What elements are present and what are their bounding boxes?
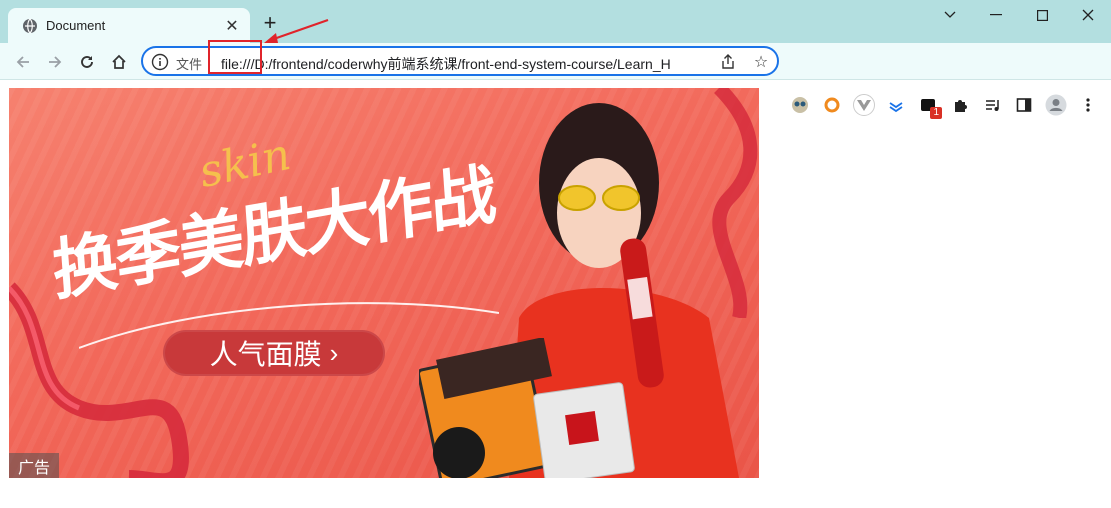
- cta-label: 人气面膜: [209, 339, 322, 370]
- bookmark-star-icon[interactable]: ☆: [751, 52, 771, 72]
- annotation-arrow-icon: [264, 18, 329, 43]
- browser-toolbar: 文件 file:///D:/frontend/coderwhy前端系统课/fro…: [0, 43, 1111, 119]
- sidepanel-icon[interactable]: [1012, 93, 1036, 117]
- mask-pack-illustration: [419, 338, 635, 478]
- forward-icon[interactable]: [42, 49, 68, 75]
- tab-close-icon[interactable]: ✕: [222, 16, 242, 36]
- globe-icon: [23, 18, 37, 34]
- media-icon[interactable]: [980, 93, 1004, 117]
- home-icon[interactable]: [106, 49, 132, 75]
- maximize-icon[interactable]: [1019, 0, 1065, 30]
- url-text[interactable]: file:///D:/frontend/coderwhy前端系统课/front-…: [221, 54, 713, 74]
- tab-document[interactable]: Document ✕: [8, 8, 250, 44]
- minimize-icon[interactable]: [973, 0, 1019, 30]
- badge-extension-icon[interactable]: 1: [916, 93, 942, 119]
- owl-extension-icon[interactable]: [788, 93, 812, 117]
- cta-button[interactable]: 人气面膜 ›: [163, 330, 385, 376]
- reload-icon[interactable]: [74, 49, 100, 75]
- info-icon[interactable]: [151, 53, 169, 71]
- share-icon[interactable]: [719, 53, 737, 71]
- vue-devtools-icon[interactable]: [852, 93, 876, 117]
- browser-titlebar: Document ✕ +: [0, 0, 1111, 44]
- chevron-right-icon: ›: [329, 337, 339, 368]
- file-scheme-highlight-box: [208, 40, 262, 74]
- orange-extension-icon[interactable]: [820, 93, 844, 117]
- ad-banner[interactable]: skin 换季美肤大作战 人气面膜 › 广告: [9, 88, 759, 478]
- scheme-label: 文件: [176, 57, 203, 72]
- menu-icon[interactable]: [1076, 93, 1100, 117]
- tab-title: Document: [46, 18, 106, 33]
- extension-badge: 1: [930, 107, 942, 119]
- profile-icon[interactable]: [1044, 93, 1068, 117]
- back-icon[interactable]: [10, 49, 36, 75]
- stack-extension-icon[interactable]: [884, 93, 908, 117]
- tab-search-icon[interactable]: [927, 0, 973, 30]
- puzzle-icon[interactable]: [948, 93, 972, 117]
- ad-tag: 广告: [9, 453, 59, 478]
- window-close-icon[interactable]: [1065, 0, 1111, 30]
